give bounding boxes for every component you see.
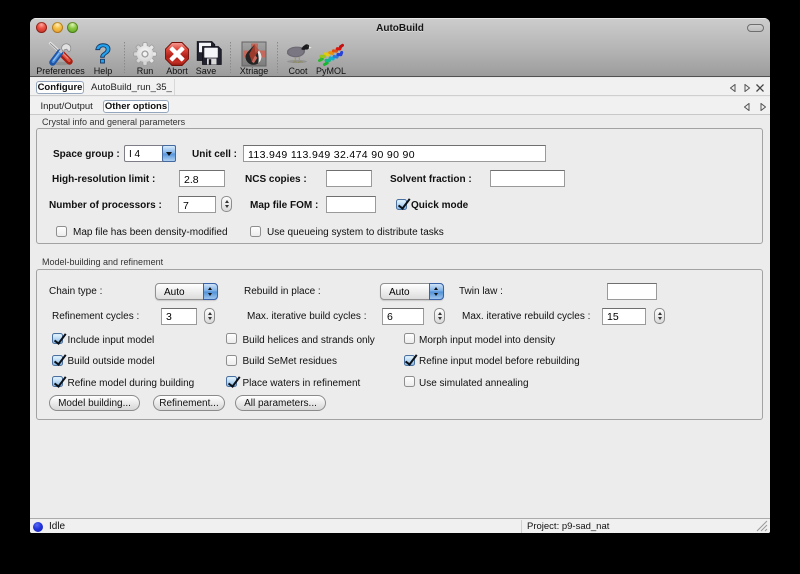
svg-text:?: ? [94, 41, 111, 67]
